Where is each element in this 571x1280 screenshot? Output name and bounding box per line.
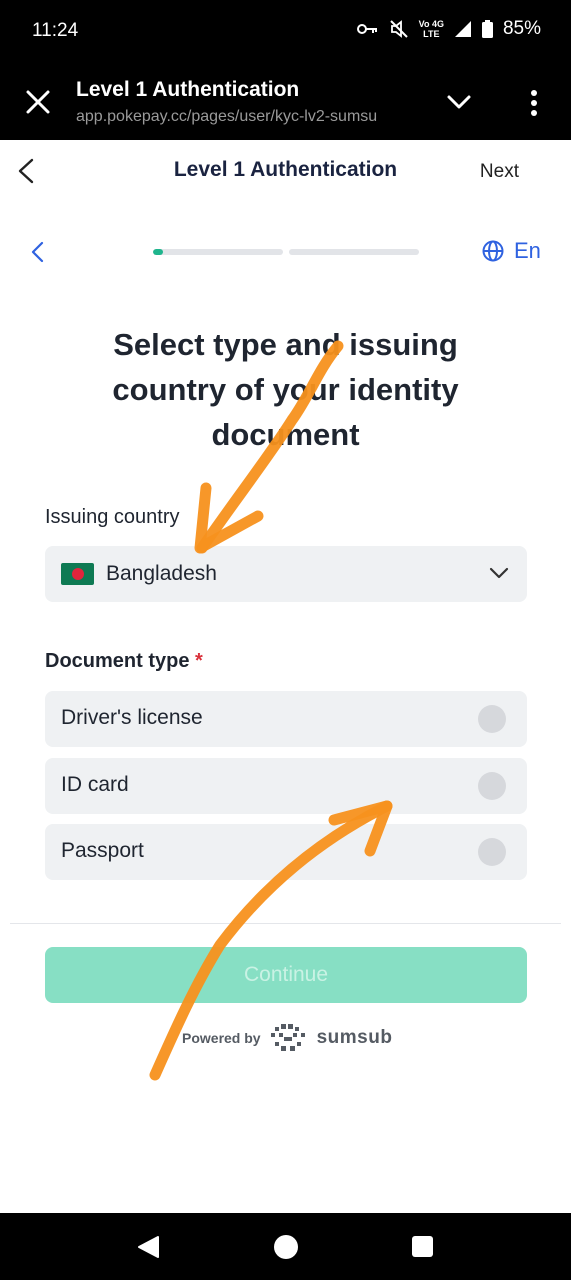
system-nav-bar bbox=[0, 1213, 571, 1280]
close-icon[interactable] bbox=[24, 88, 52, 116]
status-bar: 11:24 Vo 4G LTE 85% bbox=[0, 0, 571, 64]
step-progress bbox=[153, 249, 419, 255]
language-selector[interactable]: En bbox=[482, 238, 541, 264]
required-mark: * bbox=[195, 650, 203, 672]
document-option-label: Driver's license bbox=[61, 706, 203, 729]
page-header: Level 1 Authentication Next bbox=[0, 140, 571, 204]
network-icon: Vo 4G LTE bbox=[419, 19, 444, 39]
annotation-arrowhead-country bbox=[194, 482, 264, 554]
progress-segment bbox=[153, 249, 283, 255]
battery-percent: 85% bbox=[502, 18, 541, 39]
radio-button[interactable] bbox=[478, 838, 506, 866]
continue-button[interactable]: Continue bbox=[45, 947, 527, 1003]
document-option-label: ID card bbox=[61, 773, 129, 796]
chevron-down-icon bbox=[489, 567, 509, 579]
language-label: En bbox=[514, 238, 541, 263]
mute-icon bbox=[389, 20, 408, 38]
country-select[interactable]: Bangladesh bbox=[45, 546, 527, 602]
country-value: Bangladesh bbox=[106, 562, 217, 585]
document-option-label: Passport bbox=[61, 839, 144, 862]
document-option-drivers-license[interactable]: Driver's license bbox=[45, 691, 527, 747]
radio-button[interactable] bbox=[478, 705, 506, 733]
network-label-bottom: LTE bbox=[423, 29, 440, 39]
step-back-icon[interactable] bbox=[28, 240, 50, 264]
bangladesh-flag-icon bbox=[61, 563, 94, 585]
status-time: 11:24 bbox=[32, 20, 79, 41]
key-icon bbox=[356, 24, 377, 34]
sumsub-brand: sumsub bbox=[316, 1027, 393, 1048]
next-button[interactable]: Next bbox=[480, 161, 519, 183]
nav-home-icon[interactable] bbox=[274, 1235, 298, 1259]
progress-fill bbox=[153, 249, 164, 255]
nav-recents-icon[interactable] bbox=[412, 1236, 433, 1257]
browser-title: Level 1 Authentication bbox=[76, 78, 300, 101]
document-option-id-card[interactable]: ID card bbox=[45, 758, 527, 814]
sumsub-logo-icon bbox=[270, 1024, 305, 1051]
globe-icon bbox=[482, 240, 504, 262]
powered-by: Powered by sumsub bbox=[182, 1024, 392, 1052]
radio-button[interactable] bbox=[478, 772, 506, 800]
document-type-label: Document type * bbox=[45, 650, 203, 673]
document-type-label-text: Document type bbox=[45, 650, 190, 672]
progress-segment bbox=[289, 249, 419, 255]
powered-by-text: Powered by bbox=[182, 1030, 261, 1046]
battery-icon bbox=[481, 20, 493, 38]
status-icons: Vo 4G LTE 85% bbox=[356, 18, 541, 40]
browser-url[interactable]: app.pokepay.cc/pages/user/kyc-lv2-sumsu bbox=[76, 108, 421, 126]
signal-icon bbox=[454, 21, 471, 37]
chevron-down-icon[interactable] bbox=[446, 92, 472, 112]
divider bbox=[10, 923, 561, 924]
network-label-top: Vo 4G bbox=[418, 19, 444, 29]
document-option-passport[interactable]: Passport bbox=[45, 824, 527, 880]
nav-back-icon[interactable] bbox=[136, 1235, 160, 1259]
page-heading: Select type and issuing country of your … bbox=[112, 327, 459, 452]
country-label: Issuing country bbox=[45, 506, 180, 528]
browser-toolbar: Level 1 Authentication app.pokepay.cc/pa… bbox=[0, 64, 571, 140]
more-vert-icon[interactable] bbox=[524, 88, 544, 118]
